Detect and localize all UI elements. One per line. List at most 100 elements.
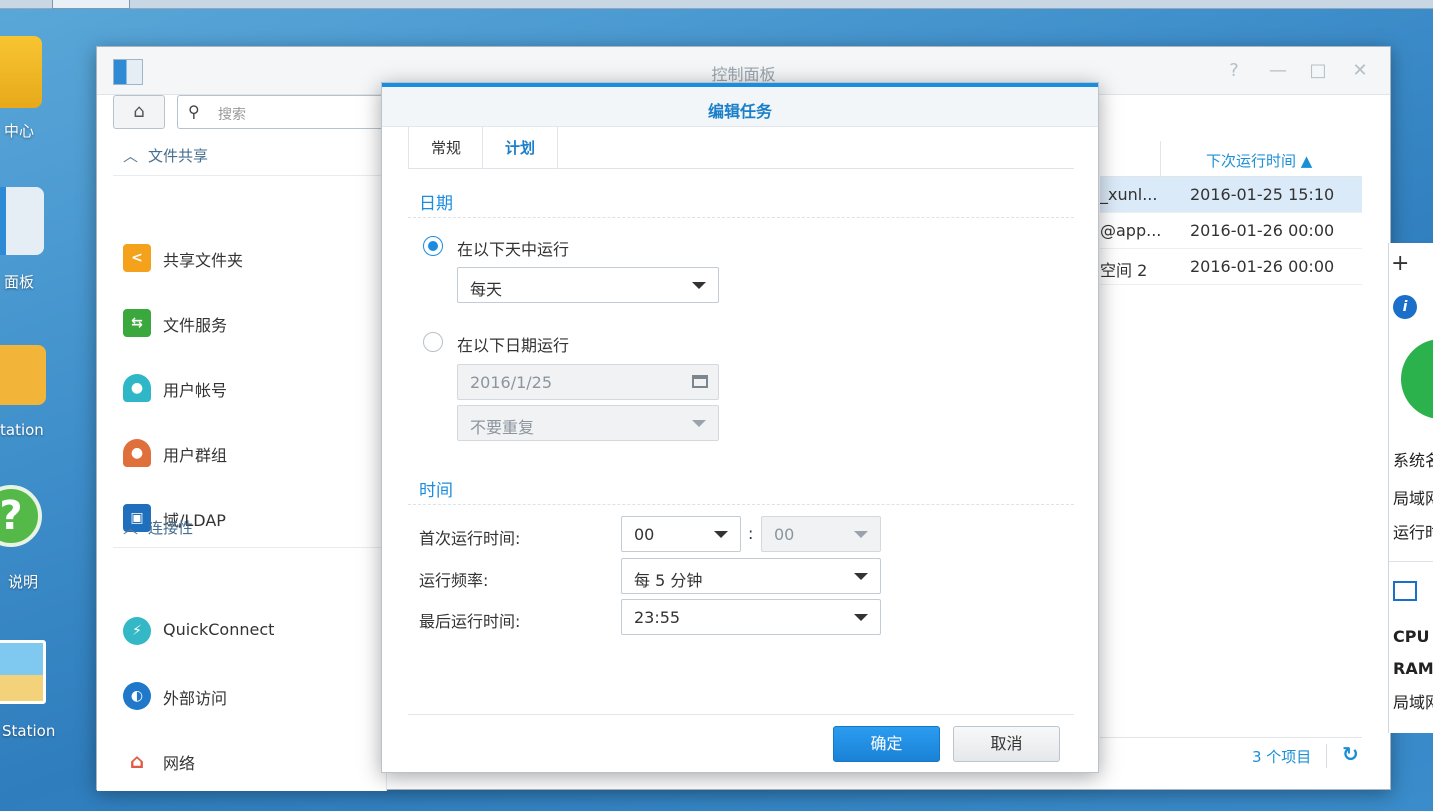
chevron-down-icon <box>854 573 868 580</box>
desktop-icon-help[interactable]: ? 说明 <box>0 485 90 595</box>
section-title: 连接性 <box>148 519 194 537</box>
chevron-down-icon <box>714 531 728 538</box>
search-input[interactable]: ⚲ 搜索 <box>177 95 386 129</box>
sidebar-item-user[interactable]: ● 用户帐号 <box>123 370 383 404</box>
divider <box>113 175 383 176</box>
help-button[interactable]: ? <box>1221 59 1247 83</box>
desktop-icon-control-panel[interactable]: 面板 <box>0 185 90 295</box>
sidebar-item-label: 网络 <box>163 754 196 773</box>
chevron-down-icon <box>692 420 706 427</box>
chevron-up-icon: ︿ <box>123 147 139 165</box>
plus-icon[interactable]: + <box>1391 251 1409 276</box>
quickconnect-icon: ⚡ <box>123 617 151 645</box>
desktop-icon-label: 说明 <box>8 573 39 591</box>
sidebar-item-external-access[interactable]: ◐ 外部访问 <box>123 678 383 712</box>
tab-general[interactable]: 常规 <box>408 127 483 169</box>
repeat-select[interactable]: 不要重复 <box>457 405 719 441</box>
minimize-button[interactable]: — <box>1265 59 1291 83</box>
taskbar <box>0 0 1433 9</box>
table-row[interactable]: _xunl... 2016-01-25 15:10 <box>1100 177 1362 213</box>
help-icon: ? <box>0 485 42 547</box>
task-next-run: 2016-01-26 00:00 <box>1190 257 1335 276</box>
widget-line: 运行时 <box>1393 523 1433 542</box>
sidebar-item-label: 文件服务 <box>163 316 228 335</box>
taskbar-control-panel-button[interactable] <box>52 0 130 9</box>
first-run-minute-value: 00 <box>774 525 795 544</box>
section-title: 文件共享 <box>148 147 209 165</box>
calendar-icon[interactable] <box>692 375 708 388</box>
task-next-run: 2016-01-25 15:10 <box>1190 185 1335 204</box>
sidebar-item-label: 外部访问 <box>163 689 228 708</box>
info-icon: i <box>1393 295 1417 319</box>
table-row[interactable]: @app... 2016-01-26 00:00 <box>1100 213 1362 249</box>
first-run-minute-select[interactable]: 00 <box>761 516 881 552</box>
table-footer: 3 个项目 ↻ <box>1100 737 1362 773</box>
desktop-icon-package-center[interactable]: 中心 <box>0 30 90 140</box>
widget-line: 局域网 <box>1393 489 1433 508</box>
repeat-select-value: 不要重复 <box>470 418 535 437</box>
first-run-hour-value: 00 <box>634 525 655 544</box>
sidebar-item-user-group[interactable]: ● 用户群组 <box>123 435 383 469</box>
home-button[interactable]: ⌂ <box>113 95 165 129</box>
section-connectivity[interactable]: ︿ 连接性 <box>123 517 193 538</box>
column-header-next-run[interactable]: 下次运行时间 ▲ <box>1206 150 1312 171</box>
table-row[interactable]: 空间 2 2016-01-26 00:00 <box>1100 249 1362 285</box>
close-button[interactable]: ✕ <box>1347 59 1373 83</box>
date-field[interactable]: 2016/1/25 <box>457 364 719 400</box>
dialog-title: 编辑任务 <box>707 102 772 121</box>
sidebar-item-network[interactable]: ⌂ 网络 <box>123 743 383 777</box>
widget-line: RAM <box>1393 659 1433 678</box>
desktop-icon-label: 面板 <box>4 273 35 291</box>
radio-run-on-date[interactable] <box>423 332 443 352</box>
sidebar-item-label: QuickConnect <box>163 620 275 639</box>
sidebar-item-label: 用户帐号 <box>163 381 228 400</box>
desktop-icon-label: Station <box>2 722 56 740</box>
file-station-icon <box>0 345 46 405</box>
user-icon: ● <box>123 374 151 402</box>
tab-schedule[interactable]: 计划 <box>482 127 559 169</box>
shared-folder-icon: < <box>123 244 151 272</box>
edit-task-dialog: 编辑任务 常规 计划 日期 在以下天中运行 每天 在以下日期运行 2016/1/… <box>381 82 1099 773</box>
date-section-title: 日期 <box>419 194 453 214</box>
days-select-value: 每天 <box>470 280 503 299</box>
task-name: @app... <box>1100 221 1162 240</box>
sidebar-item-file-services[interactable]: ⇆ 文件服务 <box>123 305 383 339</box>
sidebar: ⌂ ⚲ 搜索 ︿ 文件共享 < 共享文件夹 ⇆ 文件服务 ● 用户帐号 ● 用户群… <box>97 95 387 791</box>
desktop-icon-file-station[interactable]: tation <box>0 345 90 455</box>
widget-line: CPU <box>1393 627 1430 646</box>
frequency-label: 运行频率: <box>419 571 489 590</box>
frequency-select[interactable]: 每 5 分钟 <box>621 558 881 594</box>
resource-monitor-icon <box>1393 581 1417 601</box>
chevron-down-icon <box>692 282 706 289</box>
first-run-hour-select[interactable]: 00 <box>621 516 741 552</box>
ok-button[interactable]: 确定 <box>833 726 940 762</box>
sidebar-item-label: 用户群组 <box>163 446 228 465</box>
cancel-button[interactable]: 取消 <box>953 726 1060 762</box>
desktop-icon-photo-station[interactable]: Station <box>0 640 90 750</box>
maximize-button[interactable]: □ <box>1305 59 1331 83</box>
radio-run-on-days[interactable] <box>423 236 443 256</box>
package-center-icon <box>0 36 42 108</box>
time-colon: : <box>748 524 754 543</box>
last-run-select[interactable]: 23:55 <box>621 599 881 635</box>
sidebar-item-quickconnect[interactable]: ⚡ QuickConnect <box>123 613 383 647</box>
search-icon: ⚲ <box>188 102 200 121</box>
section-file-sharing[interactable]: ︿ 文件共享 <box>123 145 208 166</box>
status-ok-icon <box>1401 339 1433 419</box>
desktop-icon-label: tation <box>0 421 44 439</box>
user-group-icon: ● <box>123 439 151 467</box>
dialog-tabs: 常规 计划 <box>408 127 1074 169</box>
chevron-up-icon: ︿ <box>123 519 139 537</box>
chevron-down-icon <box>854 614 868 621</box>
last-run-value: 23:55 <box>634 608 681 627</box>
days-select[interactable]: 每天 <box>457 267 719 303</box>
date-field-value: 2016/1/25 <box>470 373 553 392</box>
desktop-icon-label: 中心 <box>4 122 35 140</box>
first-run-label: 首次运行时间: <box>419 529 521 548</box>
network-house-icon: ⌂ <box>129 749 145 773</box>
chevron-down-icon <box>854 531 868 538</box>
control-panel-icon <box>0 187 44 255</box>
refresh-icon[interactable]: ↻ <box>1342 742 1359 766</box>
task-name: 空间 2 <box>1100 261 1148 280</box>
sidebar-item-shared-folder[interactable]: < 共享文件夹 <box>123 240 383 274</box>
